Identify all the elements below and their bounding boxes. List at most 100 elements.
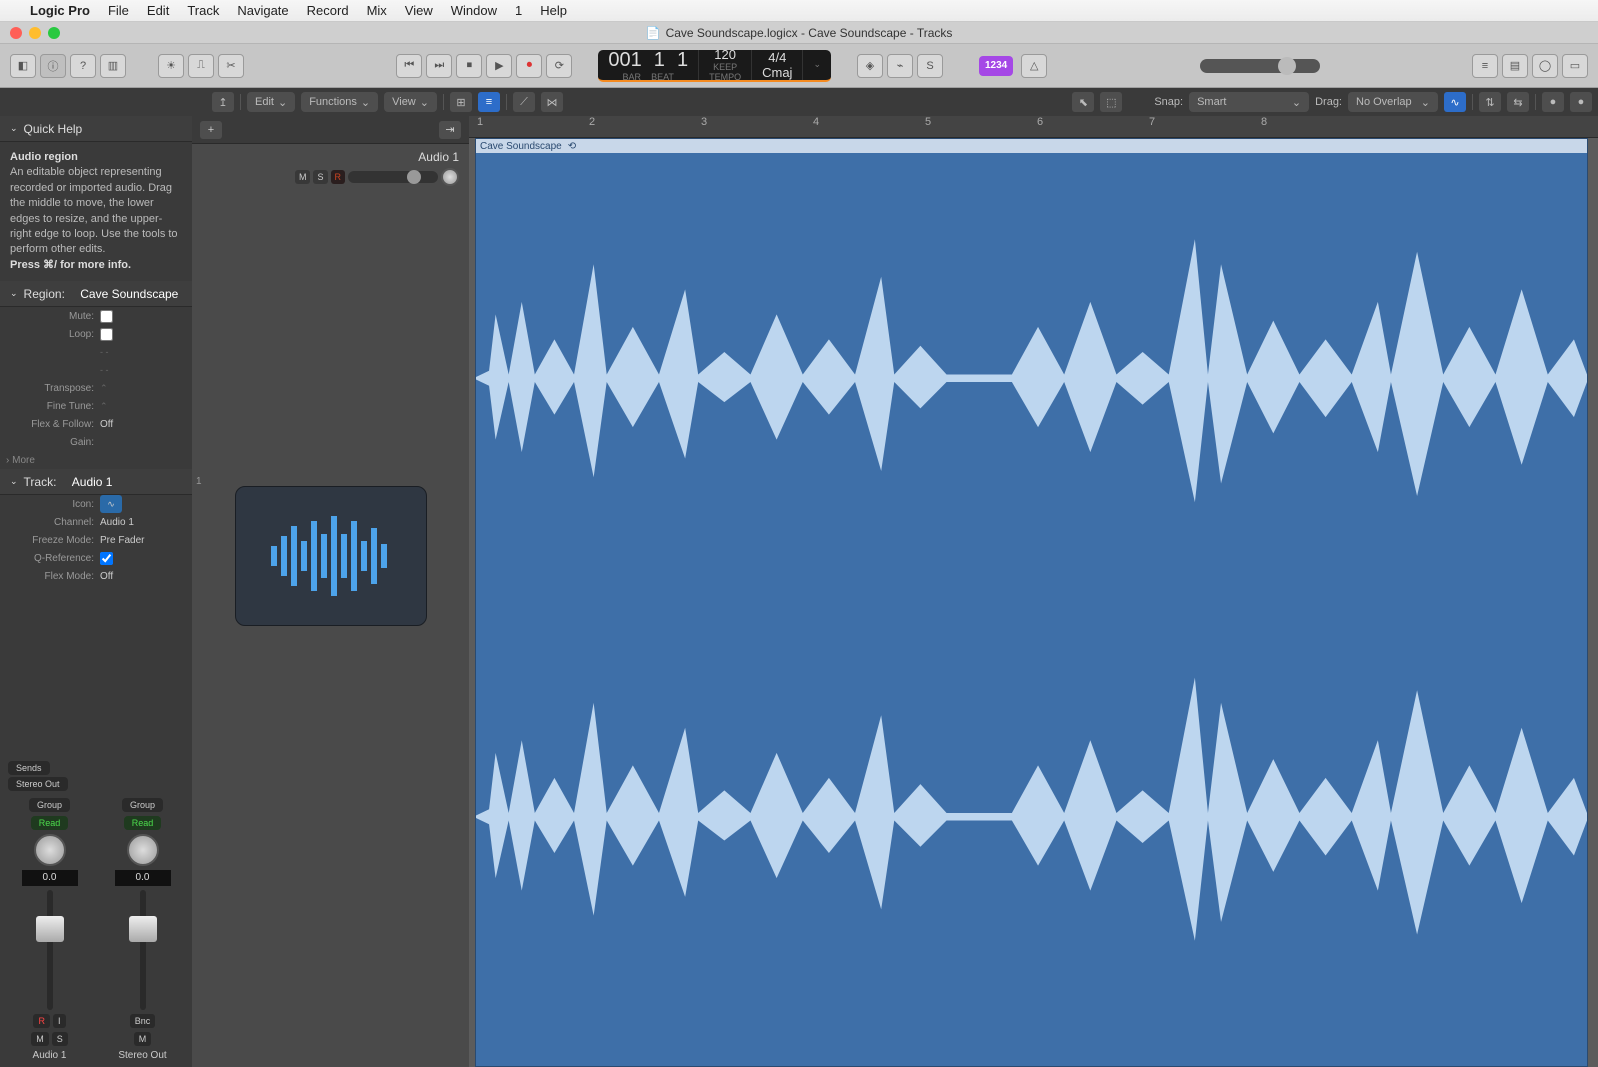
replace-button[interactable]: ◈ [857,54,883,78]
region-header[interactable]: ⌄Region: Cave Soundscape [0,281,192,307]
bounce-button[interactable]: Bnc [130,1014,156,1028]
solo-button-strip[interactable]: S [52,1032,68,1046]
functions-menu[interactable]: Functions⌄ [301,92,378,112]
stop-button[interactable]: ⏹ [456,54,482,78]
menu-record[interactable]: Record [307,3,349,18]
channel-select[interactable]: Audio 1 [100,517,134,528]
drag-select[interactable]: No Overlap⌄ [1348,92,1438,112]
track-header-row[interactable]: Audio 1 M S R [192,144,469,186]
flexmode-select[interactable]: Off [100,571,113,582]
menu-app[interactable]: Logic Pro [30,3,90,18]
mute-button[interactable]: M [31,1032,49,1046]
mute-button-2[interactable]: M [134,1032,152,1046]
menu-1[interactable]: 1 [515,3,522,18]
finetune-field[interactable]: ⌃ [100,401,108,412]
solo-button[interactable]: S [917,54,943,78]
transpose-field[interactable]: ⌃ [100,383,108,394]
region-mute-checkbox[interactable] [100,310,113,323]
menu-window[interactable]: Window [451,3,497,18]
quickhelp-header[interactable]: ⌄Quick Help [0,116,192,142]
marquee-tool[interactable]: ⬚ [1100,92,1122,112]
track-name[interactable]: Audio 1 [418,150,459,164]
cycle-button[interactable]: ⟳ [546,54,572,78]
rewind-button[interactable]: ⏮ [396,54,422,78]
rec-enable-button[interactable]: R [33,1014,50,1028]
menu-edit[interactable]: Edit [147,3,169,18]
record-button[interactable]: ⏺ [516,54,542,78]
pointer-tool[interactable]: ⬉ [1072,92,1094,112]
browsers-button[interactable]: ▭ [1562,54,1588,78]
track-up-button[interactable]: ↥ [212,92,234,112]
volume-fader-2[interactable] [118,890,168,1010]
snap-select[interactable]: Smart⌄ [1189,92,1309,112]
menu-help[interactable]: Help [540,3,567,18]
automation-mode-2[interactable]: Read [124,816,162,830]
list-view-button[interactable]: ≡ [478,92,500,112]
toolbar-button[interactable]: ▥ [100,54,126,78]
db-readout[interactable]: 0.0 [22,870,78,886]
zoom-window-button[interactable] [48,27,60,39]
edit-menu[interactable]: Edit⌄ [247,92,295,112]
add-track-button[interactable]: + [200,121,222,139]
output-label[interactable]: Stereo Out [8,777,68,791]
smart-controls-button[interactable]: ☀ [158,54,184,78]
play-button[interactable]: ▶ [486,54,512,78]
pan-knob-2[interactable] [127,834,159,866]
volume-fader[interactable] [25,890,75,1010]
track-record-button[interactable]: R [331,170,346,184]
track-pan-knob[interactable] [441,168,459,186]
automation-mode[interactable]: Read [31,816,69,830]
menu-navigate[interactable]: Navigate [237,3,288,18]
lcd-display[interactable]: 001 1 1BAR BEAT 120KEEPTEMPO 4/4Cmaj ⌄ [598,50,831,82]
flex-button[interactable]: ⋈ [541,92,563,112]
qref-checkbox[interactable] [100,552,113,565]
vertical-zoom-button[interactable]: ⇅ [1479,92,1501,112]
freeze-select[interactable]: Pre Fader [100,535,144,546]
quickhelp-button[interactable]: ? [70,54,96,78]
metronome-button[interactable]: △ [1021,54,1047,78]
waveform-zoom-button[interactable]: ∿ [1444,92,1466,112]
catch-playhead-button[interactable]: ⇥ [439,121,461,139]
db-readout-2[interactable]: 0.0 [115,870,171,886]
track-volume-slider[interactable] [348,171,438,183]
list-editors-button[interactable]: ≡ [1472,54,1498,78]
grid-view-button[interactable]: ⊞ [450,92,472,112]
audio-region[interactable]: Cave Soundscape⟲ [475,138,1588,1067]
track-header[interactable]: ⌄Track: Audio 1 [0,469,192,495]
region-more-toggle[interactable]: More [12,455,35,466]
region-waveform [476,139,1587,1066]
loops-button[interactable]: ◯ [1532,54,1558,78]
forward-button[interactable]: ⏭ [426,54,452,78]
track-large-icon[interactable] [235,486,427,626]
track-solo-button[interactable]: S [313,170,327,184]
region-loop-checkbox[interactable] [100,328,113,341]
zoom-h-slider[interactable]: ● [1570,92,1592,112]
group-slot[interactable]: Group [29,798,70,812]
count-in-button[interactable]: 1234 [979,56,1013,76]
flexfollow-select[interactable]: Off [100,419,113,430]
tuner-button[interactable]: ⌁ [887,54,913,78]
inspector-button[interactable]: ⓘ [40,54,66,78]
pan-knob[interactable] [34,834,66,866]
group-slot-2[interactable]: Group [122,798,163,812]
track-mute-button[interactable]: M [295,170,311,184]
zoom-v-slider[interactable]: ● [1542,92,1564,112]
library-button[interactable]: ◧ [10,54,36,78]
menu-file[interactable]: File [108,3,129,18]
close-window-button[interactable] [10,27,22,39]
horizontal-zoom-button[interactable]: ⇆ [1507,92,1529,112]
automation-button[interactable]: ⟋ [513,92,535,112]
menu-track[interactable]: Track [187,3,219,18]
quickhelp-body: Audio region An editable object represen… [0,142,192,281]
mixer-button[interactable]: ⎍ [188,54,214,78]
menu-mix[interactable]: Mix [367,3,387,18]
minimize-window-button[interactable] [29,27,41,39]
input-monitor-button[interactable]: I [53,1014,66,1028]
view-menu[interactable]: View⌄ [384,92,437,112]
master-volume-slider[interactable] [1200,59,1320,73]
notepad-button[interactable]: ▤ [1502,54,1528,78]
track-icon-button[interactable]: ∿ [100,495,122,513]
menu-view[interactable]: View [405,3,433,18]
timeline-ruler[interactable]: 1 2 3 4 5 6 7 8 [469,116,1598,138]
editors-button[interactable]: ✂ [218,54,244,78]
